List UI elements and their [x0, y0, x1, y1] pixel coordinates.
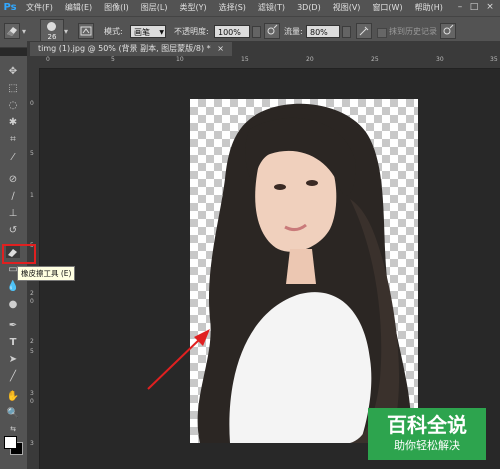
- marquee-tool-icon[interactable]: ⬚: [6, 83, 20, 95]
- brush-dropdown-arrow-icon[interactable]: ▾: [64, 25, 68, 39]
- menu-type[interactable]: 类型(Y): [173, 0, 212, 16]
- opacity-dropdown-icon[interactable]: [252, 26, 261, 38]
- watermark-subtitle: 助你轻松解决: [394, 439, 460, 452]
- menu-view[interactable]: 视图(V): [327, 0, 367, 16]
- ruler-tick-label: 2: [30, 290, 34, 297]
- document-canvas[interactable]: [190, 99, 418, 444]
- ruler-tick-label: 0: [30, 100, 34, 107]
- ruler-tick-label: 3: [30, 390, 34, 397]
- menu-help[interactable]: 帮助(H): [409, 0, 449, 16]
- ruler-tick-label: 3: [30, 440, 34, 447]
- minimize-button[interactable]: –: [454, 2, 466, 13]
- menu-image[interactable]: 图像(I): [98, 0, 135, 16]
- airbrush-icon[interactable]: [356, 23, 372, 39]
- document-tab-title: timg (1).jpg @ 50% (背景 副本, 图层蒙版/8) *: [38, 44, 211, 53]
- opacity-input[interactable]: 100%: [214, 25, 250, 38]
- healing-brush-tool-icon[interactable]: ⊘: [6, 174, 20, 186]
- baike-watermark: 百科全说 助你轻松解决: [368, 408, 486, 460]
- ruler-tick-label: 5: [30, 348, 34, 355]
- menu-layer[interactable]: 图层(L): [135, 0, 174, 16]
- pressure-opacity-icon[interactable]: [264, 23, 280, 39]
- close-tab-icon[interactable]: ×: [217, 44, 224, 53]
- swap-colors-icon[interactable]: ⇆: [6, 423, 20, 435]
- foreground-color-swatch[interactable]: [4, 436, 17, 449]
- crop-tool-icon[interactable]: ⌗: [6, 134, 20, 146]
- mode-value: 画笔: [134, 28, 150, 37]
- menu-filter[interactable]: 滤镜(T): [252, 0, 291, 16]
- opacity-label: 不透明度:: [174, 27, 209, 36]
- menu-bar: Ps 文件(F) 编辑(E) 图像(I) 图层(L) 类型(Y) 选择(S) 滤…: [0, 0, 500, 16]
- flow-input[interactable]: 80%: [306, 25, 340, 38]
- ruler-tick-label: 25: [371, 56, 379, 63]
- zoom-tool-icon[interactable]: 🔍: [6, 408, 20, 420]
- photoshop-logo: Ps: [3, 2, 17, 13]
- menu-select[interactable]: 选择(S): [213, 0, 252, 16]
- menu-file[interactable]: 文件(F): [20, 0, 59, 16]
- eraser-highlight-box: [2, 244, 36, 264]
- dodge-tool-icon[interactable]: ●: [6, 299, 20, 311]
- ruler-tick-label: 1: [30, 192, 34, 199]
- clone-stamp-tool-icon[interactable]: ⊥: [6, 208, 20, 220]
- document-tab-bar: timg (1).jpg @ 50% (背景 副本, 图层蒙版/8) * ×: [27, 41, 500, 56]
- watermark-title: 百科全说: [387, 413, 467, 437]
- ruler-tick-label: 0: [30, 298, 34, 305]
- horizontal-ruler: 0 5 10 15 20 25 30 35: [27, 56, 500, 69]
- lasso-tool-icon[interactable]: ◌: [6, 100, 20, 112]
- mode-dropdown-icon: ▼: [159, 29, 164, 36]
- ruler-tick-label: 0: [30, 398, 34, 405]
- erase-to-history-label: 抹到历史记录: [389, 27, 437, 36]
- eraser-tool-preset-icon[interactable]: [4, 23, 20, 39]
- document-tab[interactable]: timg (1).jpg @ 50% (背景 副本, 图层蒙版/8) * ×: [30, 42, 232, 56]
- menu-window[interactable]: 窗口(W): [366, 0, 408, 16]
- path-selection-tool-icon[interactable]: ➤: [6, 354, 20, 366]
- ruler-tick-label: 10: [176, 56, 184, 63]
- flow-dropdown-icon[interactable]: [342, 26, 351, 38]
- ruler-tick-label: 15: [241, 56, 249, 63]
- menu-3d[interactable]: 3D(D): [291, 0, 327, 16]
- preset-dropdown-arrow-icon[interactable]: ▾: [22, 25, 26, 39]
- mode-label: 模式:: [104, 27, 123, 36]
- ruler-tick-label: 5: [111, 56, 115, 63]
- brush-tip-icon: [47, 22, 56, 31]
- history-brush-tool-icon[interactable]: ↺: [6, 225, 20, 237]
- red-arrow-annotation: [147, 329, 210, 390]
- close-window-button[interactable]: ×: [484, 2, 496, 13]
- mode-select[interactable]: 画笔 ▼: [130, 25, 166, 38]
- ruler-tick-label: 0: [46, 56, 50, 63]
- ruler-tick-label: 2: [30, 338, 34, 345]
- pressure-size-icon[interactable]: [440, 23, 456, 39]
- ruler-tick-label: 5: [30, 150, 34, 157]
- type-tool-icon[interactable]: T: [6, 337, 20, 349]
- hand-tool-icon[interactable]: ✋: [6, 391, 20, 403]
- blur-tool-icon[interactable]: 💧: [6, 281, 20, 293]
- ruler-tick-label: 20: [306, 56, 314, 63]
- eyedropper-tool-icon[interactable]: ⁄: [6, 152, 20, 164]
- move-tool-icon[interactable]: ✥: [6, 66, 20, 78]
- erase-to-history-checkbox[interactable]: [377, 28, 387, 38]
- brush-size-value: 26: [47, 33, 57, 41]
- flow-label: 流量:: [284, 27, 303, 36]
- line-tool-icon[interactable]: ╱: [6, 371, 20, 383]
- brush-tool-icon[interactable]: ∕: [6, 191, 20, 203]
- ruler-tick-label: 30: [436, 56, 444, 63]
- maximize-button[interactable]: □: [468, 2, 480, 13]
- magic-wand-tool-icon[interactable]: ✱: [6, 117, 20, 129]
- menu-edit[interactable]: 编辑(E): [59, 0, 98, 16]
- pen-tool-icon[interactable]: ✒: [6, 320, 20, 332]
- brush-panel-toggle-icon[interactable]: [78, 23, 94, 39]
- ruler-tick-label: 35: [490, 56, 498, 63]
- portrait-photo: [197, 103, 411, 444]
- eraser-tool-tooltip: 橡皮擦工具 (E): [17, 266, 76, 281]
